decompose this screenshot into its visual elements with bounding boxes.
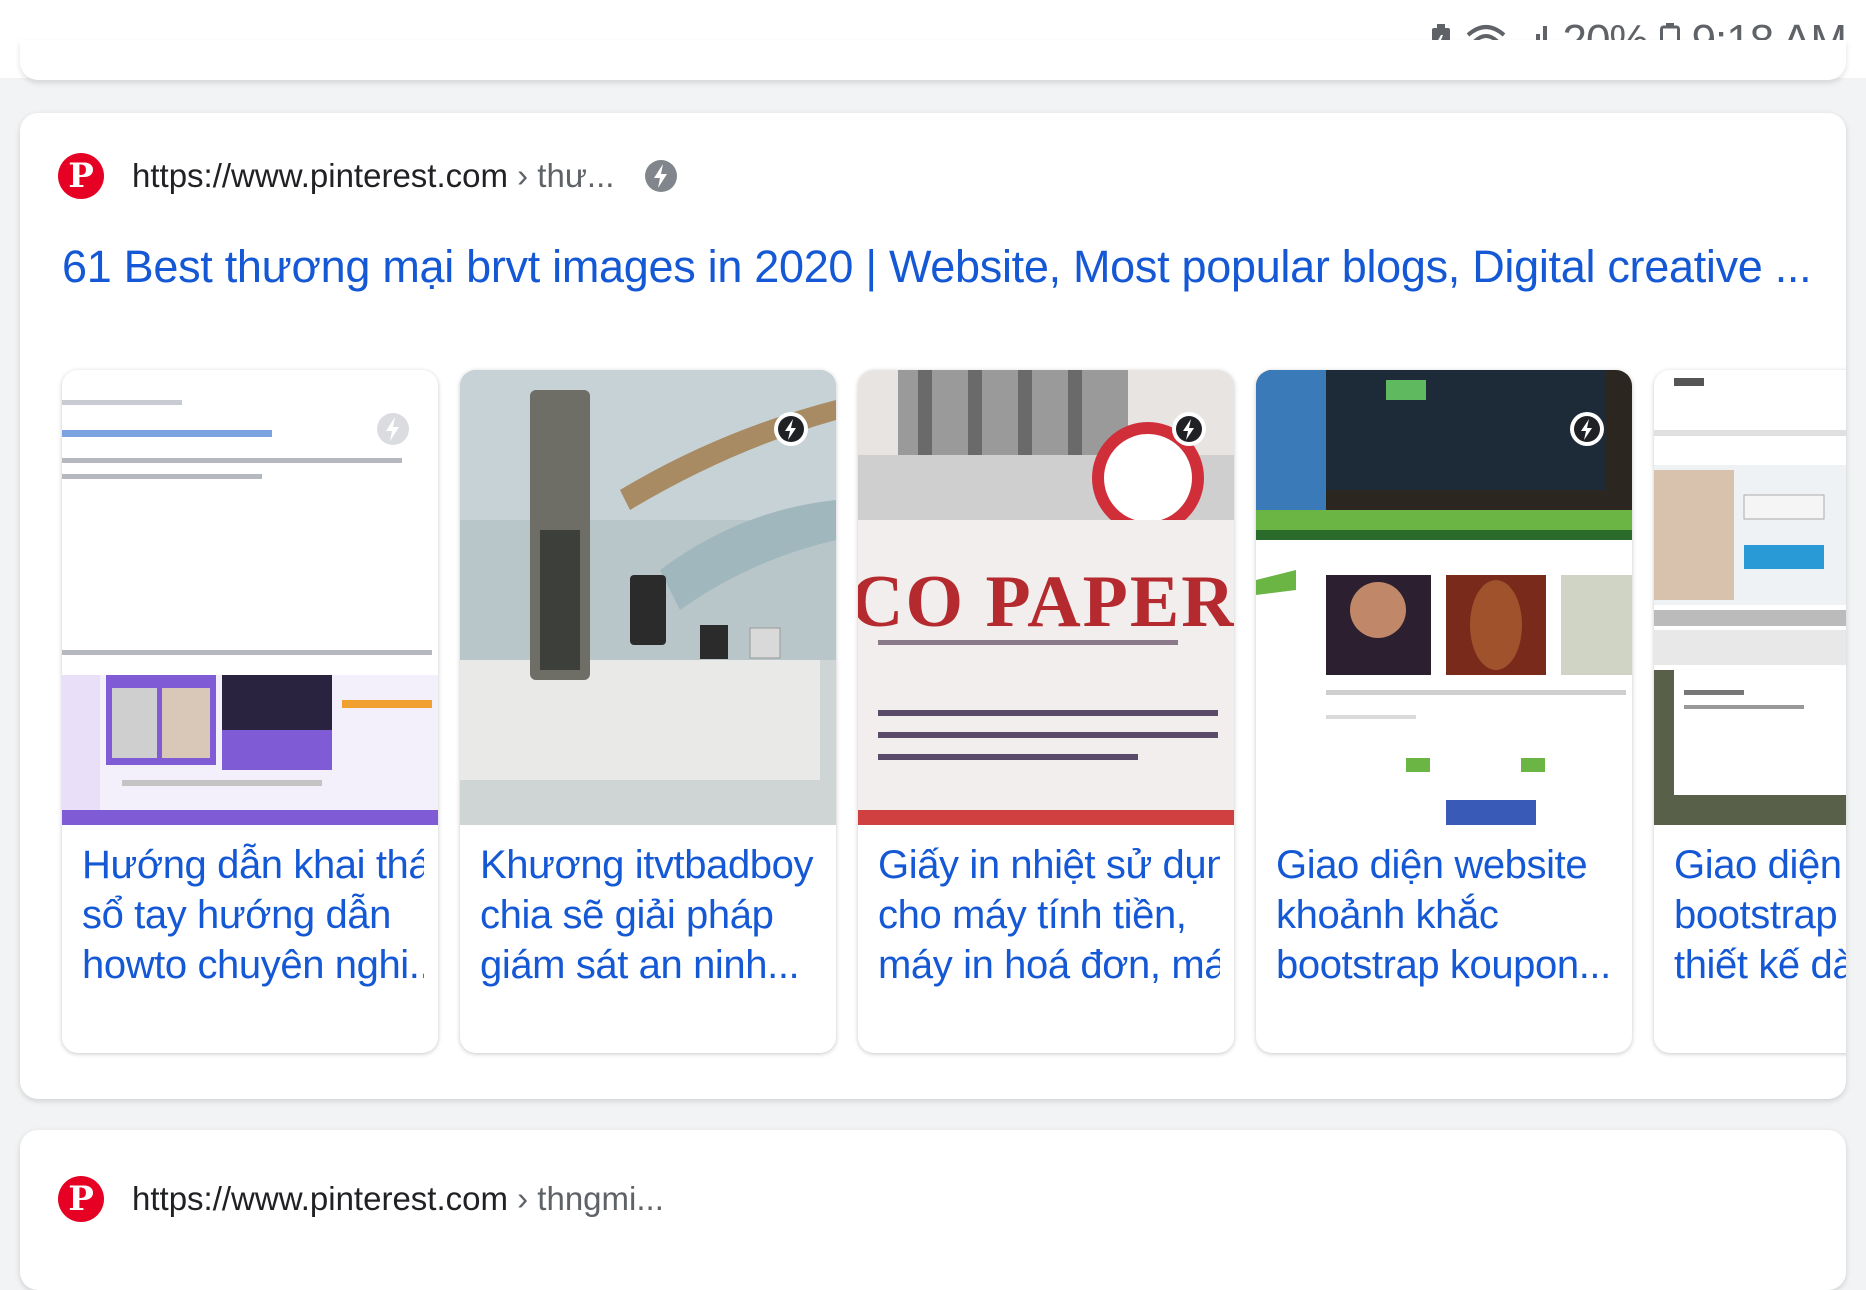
pinterest-icon: P	[58, 153, 104, 199]
result-source[interactable]: P https://www.pinterest.com › thngmi...	[58, 1166, 664, 1232]
amp-lightning-icon	[645, 160, 678, 192]
tile-caption[interactable]: Hướng dẫn khai thác sổ tay hướng dẫn how…	[82, 840, 424, 990]
caption-line: bootstrap m	[1674, 893, 1846, 937]
caption-line: cho máy tính tiền,	[878, 893, 1187, 937]
caption-line: Giao diện we	[1674, 843, 1846, 887]
image-carousel[interactable]: Hướng dẫn khai thác sổ tay hướng dẫn how…	[62, 370, 1846, 1099]
caption-line: thiết kế dành	[1674, 943, 1846, 987]
amp-lightning-icon	[376, 412, 410, 446]
caption-line: howto chuyên nghi...	[82, 943, 424, 987]
photo-text: CO PAPER	[858, 561, 1234, 643]
result-source[interactable]: P https://www.pinterest.com › thư...	[58, 143, 678, 209]
caption-line: khoảnh khắc	[1276, 893, 1499, 937]
tile-caption[interactable]: Giấy in nhiệt sử dụng cho máy tính tiền,…	[878, 840, 1220, 990]
carousel-tile[interactable]: Giao diện website khoảnh khắc bootstrap …	[1256, 370, 1632, 1053]
amp-lightning-icon	[1172, 412, 1206, 446]
tile-caption[interactable]: Khương itvtbadboy chia sẽ giải pháp giám…	[480, 840, 822, 990]
carousel-tile[interactable]: Hướng dẫn khai thác sổ tay hướng dẫn how…	[62, 370, 438, 1053]
url-path: › thư...	[507, 157, 615, 194]
tile-thumbnail	[1654, 370, 1846, 825]
tile-caption[interactable]: Giao diện we bootstrap m thiết kế dành	[1674, 840, 1846, 990]
url-path: › thngmi...	[507, 1180, 664, 1217]
url-domain: https://www.pinterest.com	[132, 1180, 508, 1217]
caption-line: chia sẽ giải pháp	[480, 893, 774, 937]
caption-line: Khương itvtbadboy	[480, 843, 814, 887]
carousel-tile[interactable]: Giao diện we bootstrap m thiết kế dành	[1654, 370, 1846, 1053]
amp-lightning-icon	[774, 412, 808, 446]
caption-line: máy in hoá đơn, má...	[878, 943, 1220, 987]
carousel-tile[interactable]: Khương itvtbadboy chia sẽ giải pháp giám…	[460, 370, 836, 1053]
result-url[interactable]: https://www.pinterest.com › thư...	[132, 157, 614, 195]
search-result-card: P https://www.pinterest.com › thngmi...	[20, 1130, 1846, 1290]
amp-lightning-icon	[1570, 412, 1604, 446]
url-domain: https://www.pinterest.com	[132, 157, 508, 194]
caption-line: sổ tay hướng dẫn	[82, 893, 392, 937]
previous-result-card	[20, 40, 1846, 80]
caption-line: bootstrap koupon...	[1276, 943, 1611, 987]
search-result-card: P https://www.pinterest.com › thư... 61 …	[20, 113, 1846, 1099]
tile-caption[interactable]: Giao diện website khoảnh khắc bootstrap …	[1276, 840, 1618, 990]
caption-line: giám sát an ninh...	[480, 943, 800, 987]
result-title-link[interactable]: 61 Best thương mại brvt images in 2020 |…	[62, 241, 1822, 293]
caption-line: Hướng dẫn khai thác	[82, 843, 424, 887]
caption-line: Giao diện website	[1276, 843, 1588, 887]
pinterest-icon: P	[58, 1176, 104, 1222]
caption-line: Giấy in nhiệt sử dụng	[878, 843, 1220, 887]
result-url[interactable]: https://www.pinterest.com › thngmi...	[132, 1180, 664, 1218]
carousel-tile[interactable]: CO PAPER Giấy in nhiệt sử dụng cho máy t…	[858, 370, 1234, 1053]
